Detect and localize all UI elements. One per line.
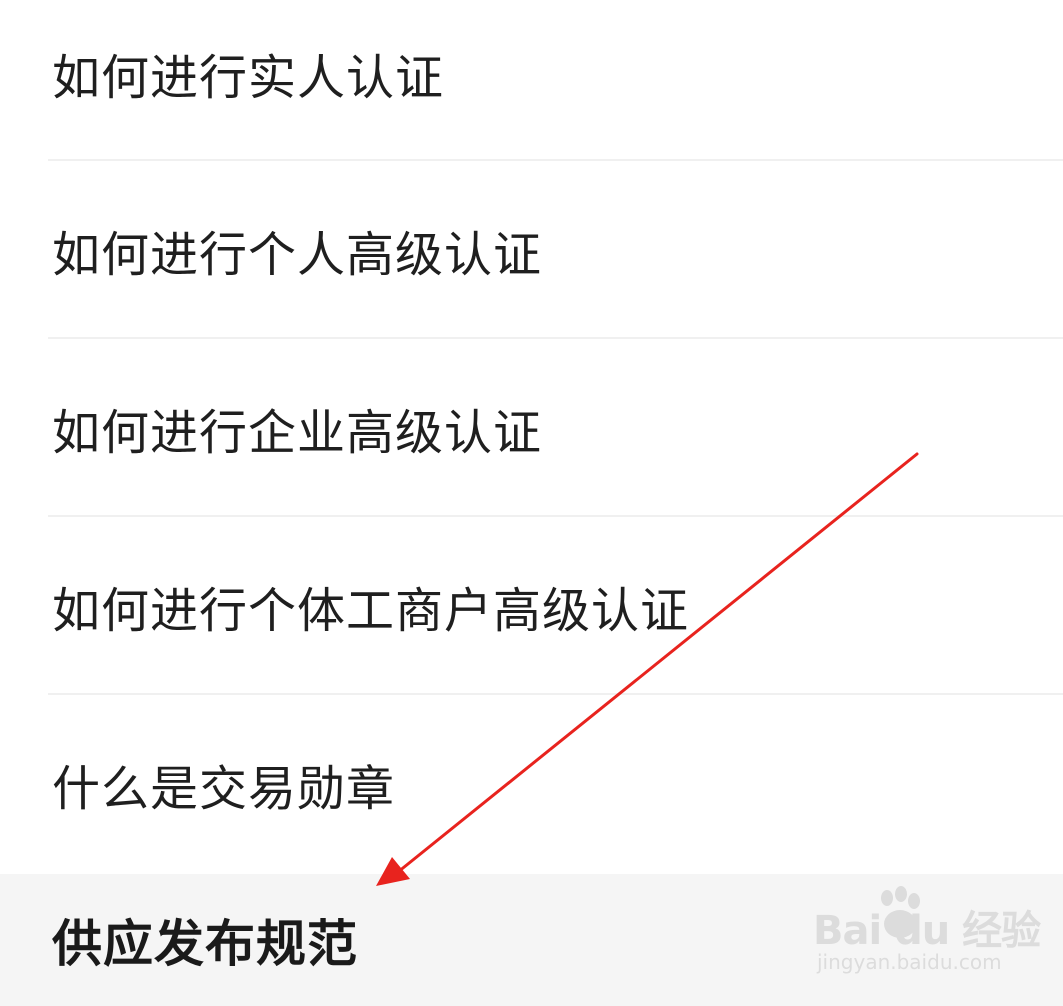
- faq-list: 如何进行实人认证 如何进行个人高级认证 如何进行企业高级认证 如何进行个体工商户…: [0, 0, 1063, 873]
- faq-item-label: 如何进行实人认证: [52, 50, 445, 106]
- faq-item-personal-advanced-verification[interactable]: 如何进行个人高级认证: [0, 161, 1063, 339]
- faq-item-trade-medal[interactable]: 什么是交易勋章: [0, 695, 1063, 873]
- faq-item-individual-business-verification[interactable]: 如何进行个体工商户高级认证: [0, 517, 1063, 695]
- faq-item-label: 什么是交易勋章: [52, 761, 396, 817]
- faq-item-real-person-verification[interactable]: 如何进行实人认证: [0, 0, 1063, 161]
- faq-item-label: 如何进行个人高级认证: [52, 227, 543, 283]
- faq-item-label: 如何进行企业高级认证: [52, 405, 543, 461]
- section-header-supply-rules[interactable]: 供应发布规范: [0, 874, 1063, 1006]
- section-title: 供应发布规范: [52, 915, 358, 973]
- help-page: 如何进行实人认证 如何进行个人高级认证 如何进行企业高级认证 如何进行个体工商户…: [0, 0, 1063, 1006]
- faq-item-label: 如何进行个体工商户高级认证: [52, 583, 690, 639]
- faq-item-enterprise-advanced-verification[interactable]: 如何进行企业高级认证: [0, 339, 1063, 517]
